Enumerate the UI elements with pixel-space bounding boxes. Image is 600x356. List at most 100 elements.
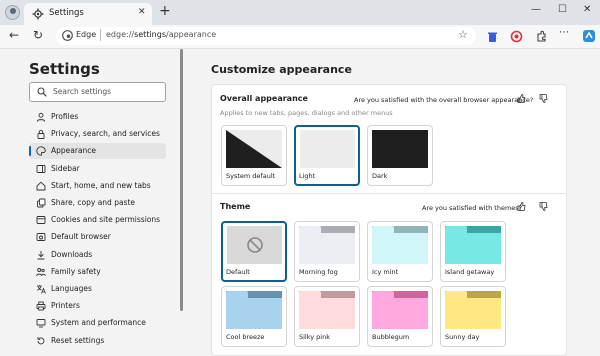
record-extension-icon[interactable] [510,30,523,43]
sidebar-item-share-copy-and-paste[interactable]: Share, copy and paste [29,195,166,211]
theme-option-silky-pink[interactable]: Silky pink [294,286,360,347]
appearance-option-light[interactable]: Light [294,125,360,186]
edge-logo-icon [62,30,73,41]
theme-title: Theme [220,202,251,211]
lock-icon [37,130,45,140]
theme-option-bubblegum[interactable]: Bubblegum [367,286,433,347]
theme-preview [372,226,428,264]
maximize-button[interactable]: ☐ [558,4,567,15]
option-label: System default [226,172,276,180]
tab-title: Settings [49,8,84,18]
thumbs-up-icon[interactable] [517,94,526,103]
close-tab-icon[interactable]: ✕ [138,7,146,17]
sidebar-item-label: Sidebar [51,163,80,173]
section-divider [212,193,566,194]
extensions-puzzle-icon[interactable] [535,30,548,43]
sidebar-item-label: Reset settings [51,335,105,345]
address-label: Edge [76,30,97,39]
theme-preview [445,291,501,329]
trash-extension-icon[interactable] [486,30,499,43]
sidebar-scrollbar[interactable] [180,49,183,311]
theme-option-cool-breeze[interactable]: Cool breeze [221,286,287,347]
option-label: Default [226,268,250,276]
refresh-icon[interactable]: ↻ [33,28,43,42]
theme-preview [372,291,428,329]
new-tab-button[interactable]: + [159,3,171,19]
page-title: Customize appearance [211,63,352,76]
address-bar[interactable]: Edge edge://settings/appearance ☆ [56,27,476,45]
sidebar-item-default-browser[interactable]: Default browser [29,229,166,245]
sidebar-item-label: Profiles [51,112,79,121]
appearance-preview [299,130,355,168]
sidebar-item-family-safety[interactable]: Family safety [29,264,166,280]
more-options-icon[interactable]: ⋯ [559,27,569,38]
home-icon [36,181,46,191]
printer-icon [36,301,46,311]
sidebar-item-start-home-and-new-tabs[interactable]: Start, home, and new tabs [29,178,166,194]
search-placeholder: Search settings [53,87,112,96]
tab-strip: Settings ✕ + — ☐ ✕ [0,0,600,25]
option-label: Morning fog [299,268,338,276]
sidebar-item-label: Printers [51,301,80,311]
sidebar-item-system-and-performance[interactable]: System and performance [29,315,166,331]
cookie-icon [36,216,46,225]
search-icon [37,87,47,97]
theme-option-morning-fog[interactable]: Morning fog [294,221,360,282]
minimize-button[interactable]: — [531,4,541,15]
theme-option-island-getaway[interactable]: Island getaway [440,221,506,282]
sidebar-item-label: Share, copy and paste [51,198,136,207]
option-label: Island getaway [445,268,495,276]
appearance-preview [372,130,428,168]
theme-feedback-question: Are you satisfied with themes? [422,204,523,212]
option-label: Icy mint [372,268,399,276]
sidebar-item-profiles[interactable]: Profiles [29,109,166,125]
theme-option-default[interactable]: Default [221,221,287,282]
thumbs-up-icon[interactable] [517,202,526,211]
theme-preview [299,226,355,264]
appearance-option-dark[interactable]: Dark [367,125,433,186]
option-label: Light [299,172,316,180]
sidebar-item-cookies-and-site-permissions[interactable]: Cookies and site permissions [29,212,166,228]
search-input[interactable]: Search settings [29,82,166,102]
theme-option-icy-mint[interactable]: Icy mint [367,221,433,282]
sidebar-icon [36,164,46,173]
profile-icon [36,112,46,122]
sidebar-item-printers[interactable]: Printers [29,298,166,314]
back-icon[interactable]: ← [9,28,19,42]
system-icon [36,319,46,328]
sidebar-item-reset-settings[interactable]: Reset settings [29,333,166,349]
theme-preview [445,226,501,264]
theme-preview [299,291,355,329]
sidebar-item-label: Appearance [51,146,97,156]
sidebar-item-appearance[interactable]: Appearance [29,143,166,160]
language-icon [37,285,46,294]
thumbs-down-icon[interactable] [539,202,548,211]
favorite-star-icon[interactable]: ☆ [458,28,468,41]
sidebar-item-label: System and performance [51,318,146,328]
sidebar-item-sidebar[interactable]: Sidebar [29,161,166,177]
gear-icon [32,8,44,20]
overall-appearance-title: Overall appearance [220,94,308,103]
option-label: Dark [372,172,388,180]
sidebar-item-label: Cookies and site permissions [51,215,161,225]
sidebar-title: Settings [29,60,100,78]
copilot-icon[interactable] [582,29,596,43]
family-icon [36,267,46,276]
theme-preview [226,291,282,329]
tab-settings[interactable]: Settings ✕ [24,3,152,25]
option-label: Sunny day [445,333,480,341]
profile-avatar[interactable] [5,5,20,20]
share-icon [37,198,46,208]
sidebar-item-label: Family safety [51,266,101,276]
browser-icon [36,233,46,242]
overall-appearance-subtitle: Applies to new tabs, pages, dialogs and … [220,109,393,117]
sidebar-item-privacy-search-and-services[interactable]: Privacy, search, and services [29,126,166,142]
close-window-button[interactable]: ✕ [583,4,591,15]
sidebar-item-languages[interactable]: Languages [29,281,166,297]
option-label: Cool breeze [226,333,265,341]
address-separator [100,29,101,41]
appearance-option-system-default[interactable]: System default [221,125,287,186]
sidebar-item-downloads[interactable]: Downloads [29,247,166,263]
thumbs-down-icon[interactable] [539,94,548,103]
theme-option-sunny-day[interactable]: Sunny day [440,286,506,347]
